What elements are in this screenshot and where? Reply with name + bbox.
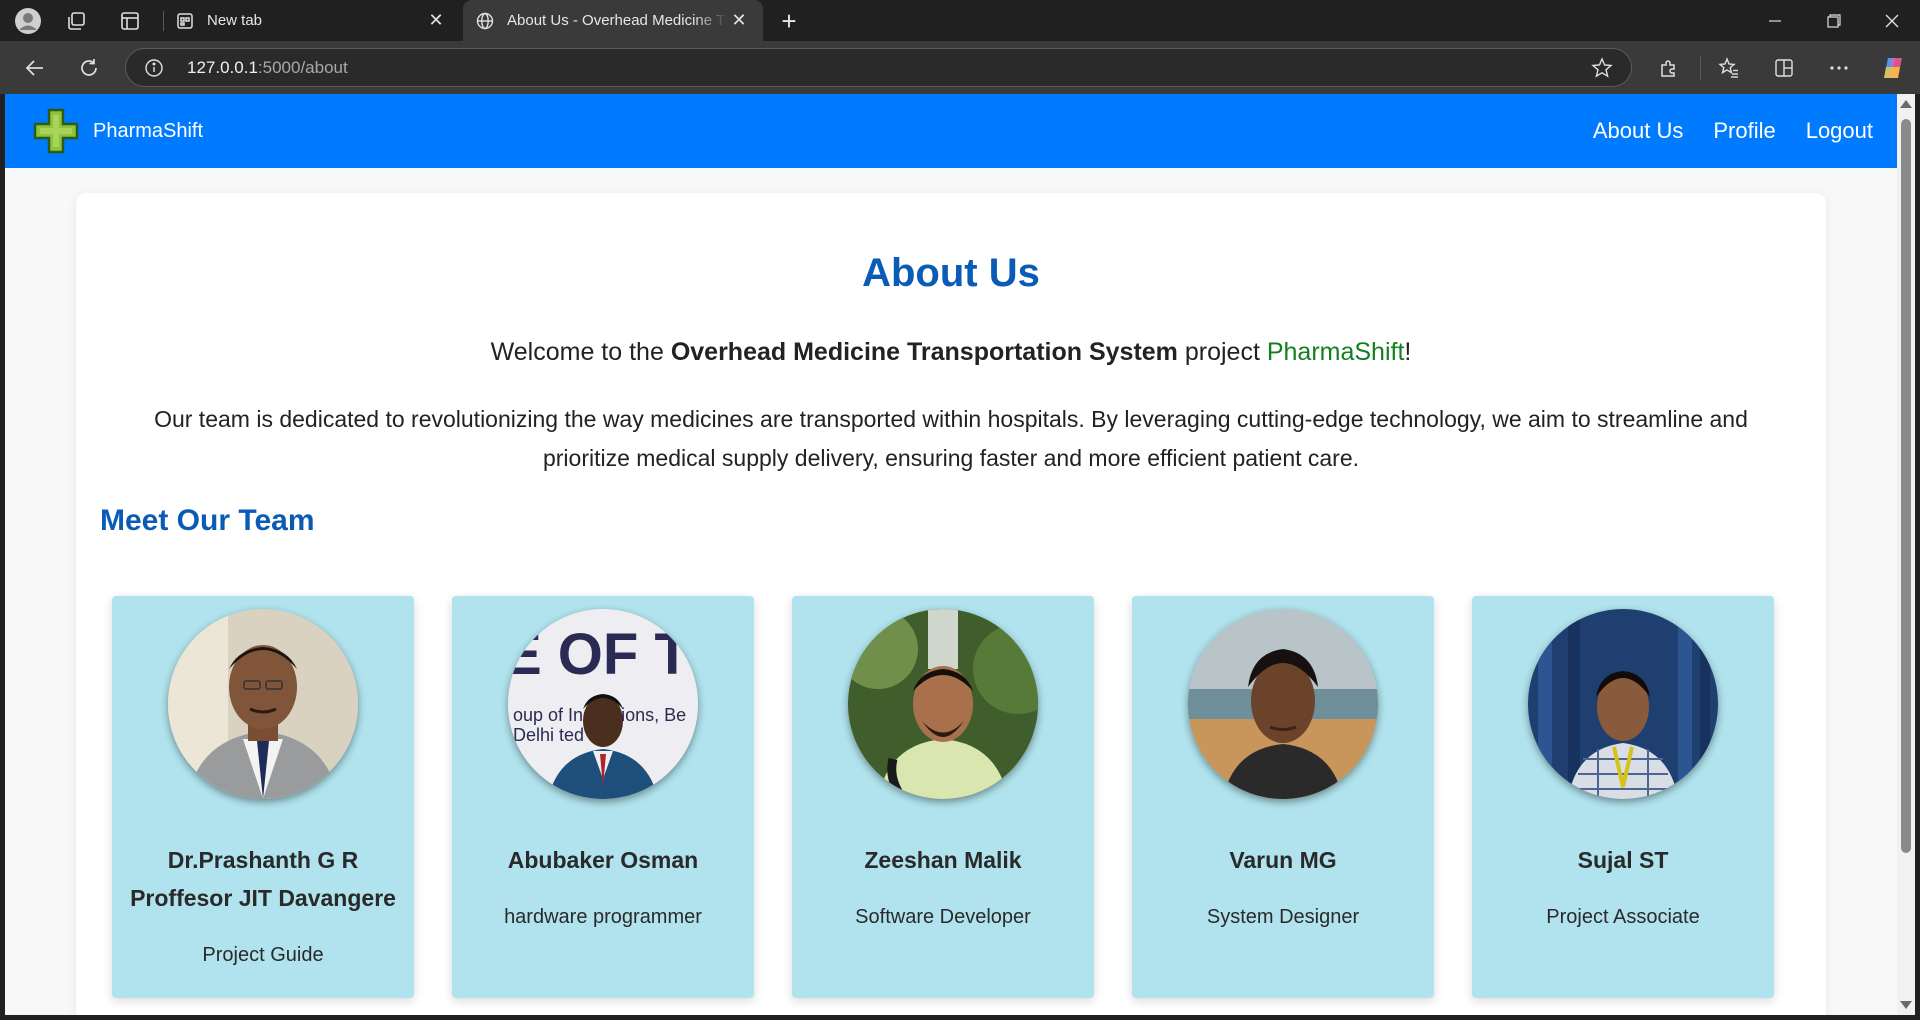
new-tab-page-icon — [175, 11, 195, 31]
welcome-prefix: Welcome to the — [490, 338, 671, 366]
url-path: :5000/about — [257, 58, 348, 77]
vertical-tabs-icon[interactable] — [115, 6, 145, 36]
scroll-up-arrow-icon[interactable] — [1900, 100, 1912, 108]
more-options-icon[interactable] — [1824, 53, 1854, 83]
favorite-star-icon[interactable] — [1591, 57, 1613, 79]
url-host: 127.0.0.1 — [187, 58, 258, 77]
welcome-suffix: ! — [1404, 338, 1412, 366]
tab-about-us[interactable]: About Us - Overhead Medicine Transportat… — [463, 0, 763, 41]
nav-about-us[interactable]: About Us — [1593, 118, 1684, 144]
window-frame-bottom — [0, 1015, 1920, 1020]
tab-title: New tab — [207, 12, 263, 29]
scroll-down-arrow-icon[interactable] — [1900, 1001, 1912, 1009]
member-name: Zeeshan Malik — [864, 847, 1022, 873]
new-tab-button[interactable]: + — [774, 6, 804, 36]
workspaces-icon[interactable] — [61, 6, 91, 36]
toolbar-divider — [1700, 56, 1701, 80]
welcome-text: Welcome to the Overhead Medicine Transpo… — [76, 338, 1826, 367]
close-tab-icon[interactable]: ✕ — [727, 9, 751, 33]
team-member-card: Dr.Prashanth G R Proffesor JIT Davangere … — [112, 596, 414, 998]
avatar — [1528, 609, 1718, 799]
brand-name: PharmaShift — [93, 119, 204, 142]
collections-icon[interactable] — [1769, 53, 1799, 83]
close-window-icon[interactable] — [1864, 0, 1920, 41]
welcome-middle: project — [1177, 338, 1267, 366]
member-role: Software Developer — [855, 906, 1031, 928]
member-name: Abubaker Osman — [507, 847, 699, 873]
profile-avatar-icon[interactable] — [13, 6, 43, 36]
avatar — [848, 609, 1038, 799]
member-name-line1: Dr.Prashanth G R — [167, 847, 359, 873]
avatar: E OF TEC oup of Institutions, Be Delhi t… — [508, 609, 698, 799]
copilot-icon[interactable] — [1878, 53, 1908, 83]
member-role: System Designer — [1206, 906, 1360, 928]
team-member-card: Varun MG System Designer — [1132, 596, 1434, 998]
scrollbar-thumb[interactable] — [1901, 119, 1911, 853]
browser-tab-strip: New tab ✕ About Us - Overhead Medicine T… — [0, 0, 1920, 41]
about-content-card: About Us Welcome to the Overhead Medicin… — [76, 193, 1826, 1015]
tab-title: About Us - Overhead Medicine Transportat… — [507, 12, 727, 29]
project-name: Overhead Medicine Transportation System — [670, 338, 1178, 366]
restore-icon[interactable] — [1806, 0, 1862, 41]
site-navbar: PharmaShift About Us Profile Logout — [5, 94, 1897, 168]
window-frame-right — [1915, 94, 1920, 1020]
member-name: Varun MG — [1229, 847, 1337, 873]
extensions-icon[interactable] — [1654, 53, 1684, 83]
nav-logout[interactable]: Logout — [1806, 118, 1873, 144]
nav-links: About Us Profile Logout — [1563, 94, 1873, 168]
globe-icon — [475, 11, 495, 31]
pharmacy-cross-logo-icon — [33, 108, 79, 154]
tab-new-tab[interactable]: New tab ✕ — [163, 0, 460, 41]
member-title-line2: Proffesor JIT Davangere — [130, 885, 396, 911]
avatar — [1188, 609, 1378, 799]
nav-profile[interactable]: Profile — [1713, 118, 1775, 144]
team-member-card: E OF TEC oup of Institutions, Be Delhi t… — [452, 596, 754, 998]
browser-toolbar: 127.0.0.1:5000/about — [0, 41, 1920, 94]
page-scrollbar[interactable] — [1897, 94, 1915, 1015]
minimize-icon[interactable] — [1747, 0, 1803, 41]
back-arrow-icon[interactable] — [20, 53, 50, 83]
member-role: Project Guide — [202, 944, 324, 966]
team-member-card: Zeeshan Malik Software Developer — [792, 596, 1094, 998]
member-role: Project Associate — [1546, 906, 1700, 928]
address-bar[interactable]: 127.0.0.1:5000/about — [125, 48, 1632, 87]
member-role: hardware programmer — [504, 906, 702, 928]
member-name: Sujal ST — [1577, 847, 1669, 873]
page-title: About Us — [862, 251, 1040, 295]
page-viewport: PharmaShift About Us Profile Logout Abou… — [5, 94, 1897, 1015]
site-info-icon[interactable] — [144, 58, 164, 78]
svg-text:E OF TEC: E OF TEC — [508, 622, 698, 687]
team-member-card: Sujal ST Project Associate — [1472, 596, 1774, 998]
mission-paragraph: Our team is dedicated to revolutionizing… — [154, 406, 1748, 471]
team-heading: Meet Our Team — [100, 504, 315, 537]
favorites-icon[interactable] — [1714, 53, 1744, 83]
url-text[interactable]: 127.0.0.1:5000/about — [187, 58, 348, 78]
brand-highlight: PharmaShift — [1266, 338, 1405, 366]
brand[interactable]: PharmaShift — [31, 106, 203, 156]
member-name: Dr.Prashanth G R Proffesor JIT Davangere — [112, 841, 414, 917]
close-tab-icon[interactable]: ✕ — [424, 9, 448, 33]
avatar — [168, 609, 358, 799]
reload-icon[interactable] — [74, 53, 104, 83]
